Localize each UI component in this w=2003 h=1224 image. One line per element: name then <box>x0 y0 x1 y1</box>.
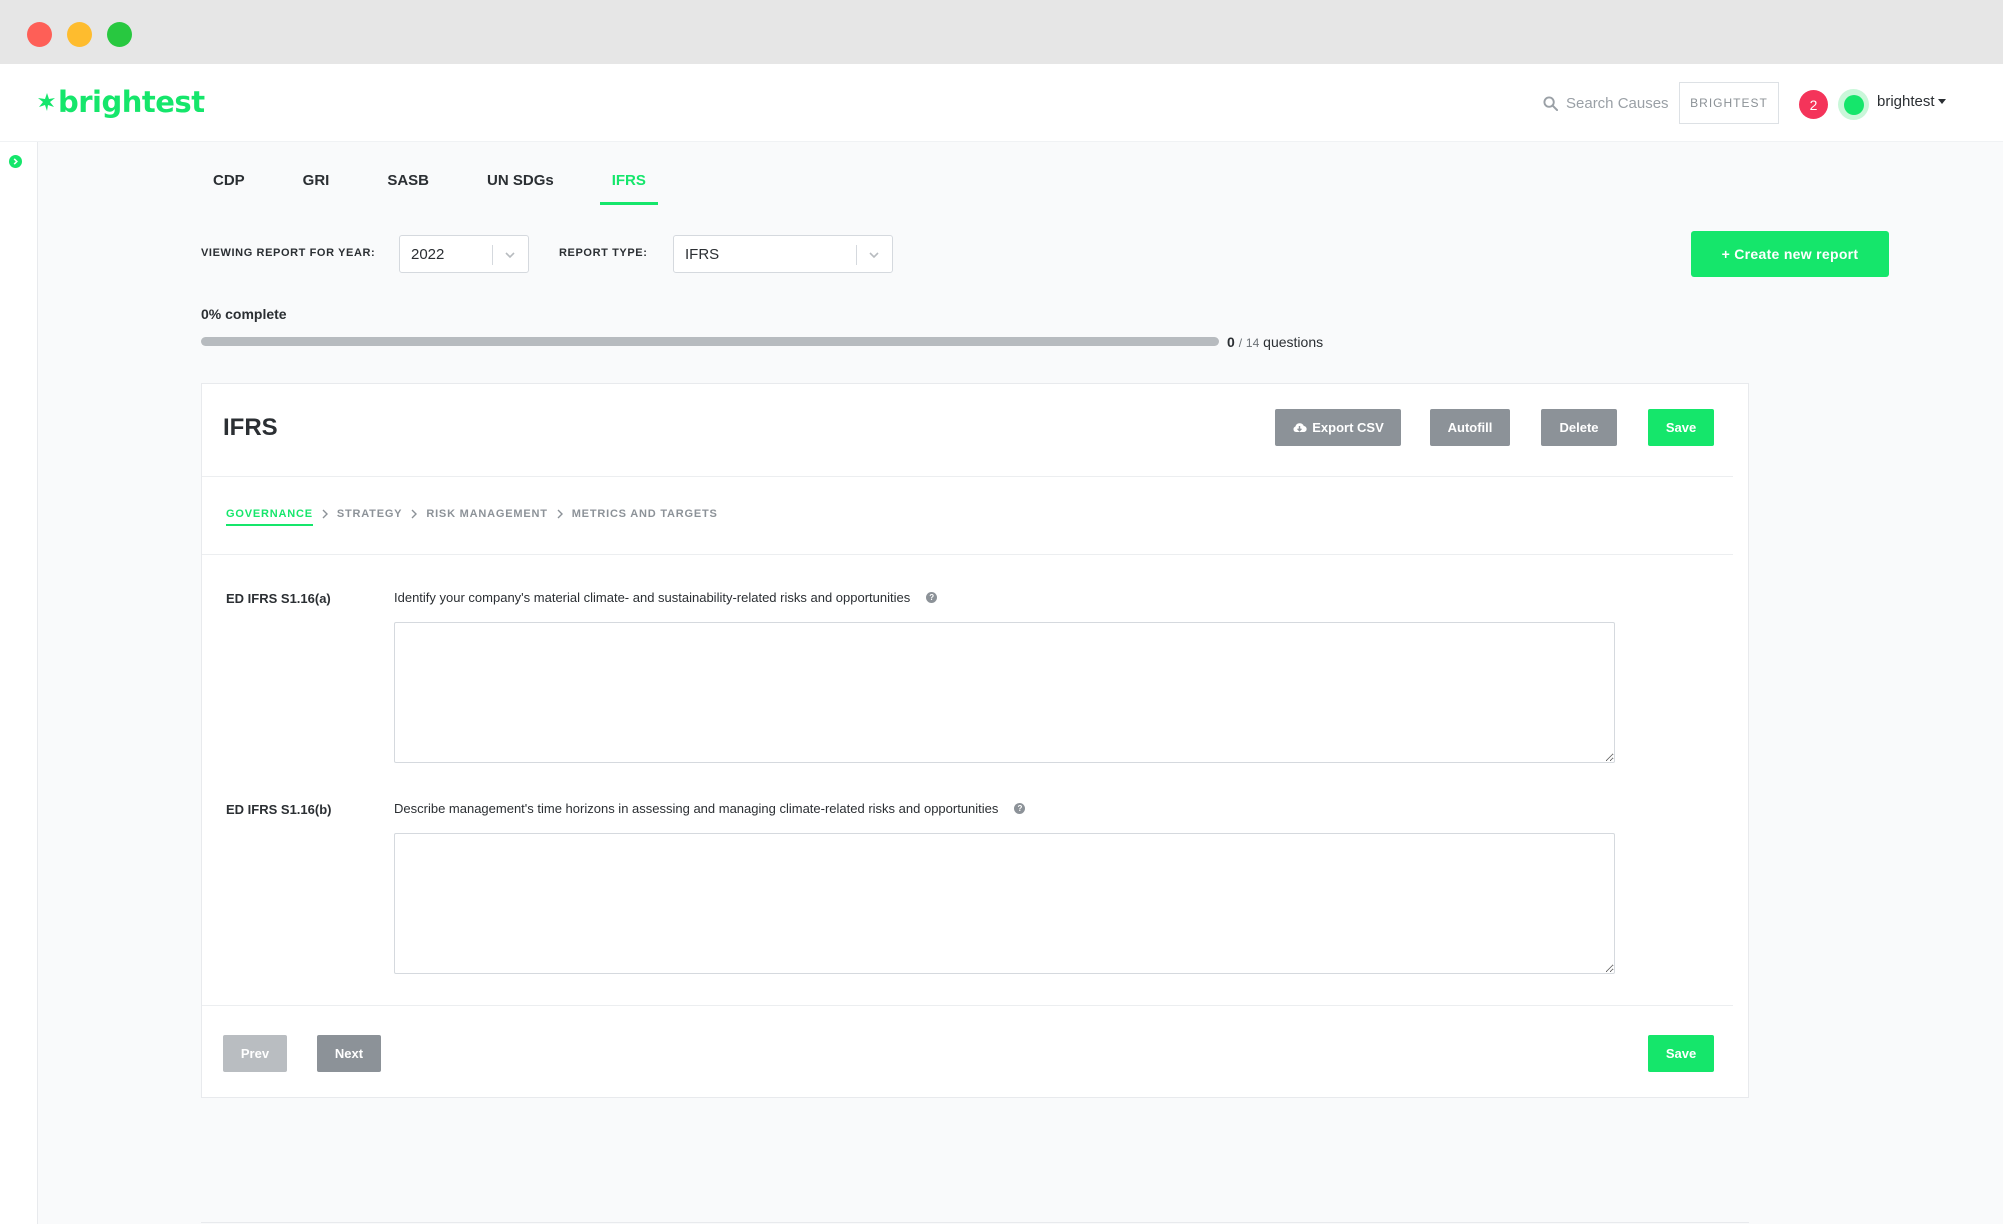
report-title: IFRS <box>223 414 278 441</box>
year-label: VIEWING REPORT FOR YEAR: <box>201 247 376 259</box>
help-icon[interactable]: ? <box>926 592 938 603</box>
window-maximize-button[interactable] <box>107 22 132 47</box>
question-code: ED IFRS S1.16(a) <box>226 591 331 606</box>
tab-sasb[interactable]: SASB <box>375 163 441 205</box>
tab-ifrs[interactable]: IFRS <box>599 163 659 205</box>
progress-count: 0 / 14 questions <box>1227 334 1323 350</box>
card-divider <box>202 554 1733 555</box>
tab-un-sdgs[interactable]: UN SDGs <box>475 163 566 205</box>
card-divider <box>202 476 1733 477</box>
chevron-down-icon <box>869 252 879 259</box>
sidebar-expand-button[interactable] <box>9 155 22 168</box>
organization-button[interactable]: BRIGHTEST <box>1679 82 1779 124</box>
question-text: Identify your company's material climate… <box>394 590 938 605</box>
year-select[interactable]: 2022 <box>399 235 529 273</box>
export-csv-label: Export CSV <box>1312 420 1384 435</box>
search-causes[interactable]: Search Causes <box>1543 90 1669 116</box>
report-card: IFRS Export CSV Autofill Delete Save GOV… <box>201 383 1749 1098</box>
select-separator <box>492 245 493 265</box>
user-avatar[interactable] <box>1838 89 1869 120</box>
sidebar <box>0 142 38 1224</box>
report-type-label: REPORT TYPE: <box>559 247 648 259</box>
notification-badge[interactable]: 2 <box>1799 90 1828 119</box>
report-type-value: IFRS <box>685 245 720 263</box>
caret-down-icon <box>1937 99 1946 104</box>
footer-save-button[interactable]: Save <box>1648 1035 1714 1072</box>
next-button[interactable]: Next <box>317 1035 381 1072</box>
help-icon[interactable]: ? <box>1014 803 1026 814</box>
search-icon <box>1543 95 1558 111</box>
user-menu[interactable]: brightest <box>1877 93 1946 110</box>
chevron-down-icon <box>505 252 515 259</box>
chevron-right-icon <box>322 509 328 519</box>
prev-button[interactable]: Prev <box>223 1035 287 1072</box>
step-metrics-and-targets[interactable]: METRICS AND TARGETS <box>572 508 718 526</box>
answered-count: 0 <box>1227 334 1235 350</box>
step-strategy[interactable]: STRATEGY <box>337 508 402 526</box>
report-type-select[interactable]: IFRS <box>673 235 893 273</box>
delete-button[interactable]: Delete <box>1541 409 1617 446</box>
card-divider <box>202 1005 1733 1006</box>
count-unit: questions <box>1263 334 1324 350</box>
window-minimize-button[interactable] <box>67 22 92 47</box>
save-button[interactable]: Save <box>1648 409 1714 446</box>
question-text-label: Identify your company's material climate… <box>394 590 911 605</box>
create-new-report-button[interactable]: + Create new report <box>1691 231 1889 277</box>
chevron-right-icon <box>411 509 418 519</box>
step-risk-management[interactable]: RISK MANAGEMENT <box>426 508 547 526</box>
question-answer-field[interactable] <box>394 833 1615 974</box>
question-text: Describe management's time horizons in a… <box>394 801 1026 816</box>
chevron-right-icon <box>557 509 563 519</box>
progress-label: 0% complete <box>201 306 287 322</box>
export-csv-button[interactable]: Export CSV <box>1275 409 1401 446</box>
question-text-label: Describe management's time horizons in a… <box>394 801 999 816</box>
question-code: ED IFRS S1.16(b) <box>226 802 332 817</box>
chevron-right-icon <box>13 158 18 165</box>
tab-gri[interactable]: GRI <box>291 163 342 205</box>
app-header: brightest Search Causes BRIGHTEST 2 brig… <box>0 64 2003 142</box>
count-separator: / <box>1238 336 1243 350</box>
question-answer-field[interactable] <box>394 622 1615 763</box>
page-bottom-divider <box>201 1222 1749 1223</box>
step-governance[interactable]: GOVERNANCE <box>226 508 313 526</box>
select-separator <box>856 245 857 265</box>
search-causes-label: Search Causes <box>1566 94 1669 112</box>
brand-logo[interactable]: brightest <box>38 80 205 124</box>
tab-cdp[interactable]: CDP <box>201 163 257 205</box>
brand-burst-icon <box>38 93 55 111</box>
total-count: 14 <box>1245 336 1260 350</box>
avatar-image <box>1843 94 1864 115</box>
autofill-button[interactable]: Autofill <box>1430 409 1510 446</box>
brand-wordmark: brightest <box>58 85 205 119</box>
window-titlebar <box>0 0 2003 64</box>
window-close-button[interactable] <box>27 22 52 47</box>
progress-bar <box>201 337 1219 346</box>
framework-tabs: CDP GRI SASB UN SDGs IFRS <box>201 163 692 205</box>
username: brightest <box>1877 93 1935 110</box>
year-value: 2022 <box>411 245 445 263</box>
section-stepper: GOVERNANCE STRATEGY RISK MANAGEMENT METR… <box>226 508 718 526</box>
cloud-download-icon <box>1293 423 1307 433</box>
